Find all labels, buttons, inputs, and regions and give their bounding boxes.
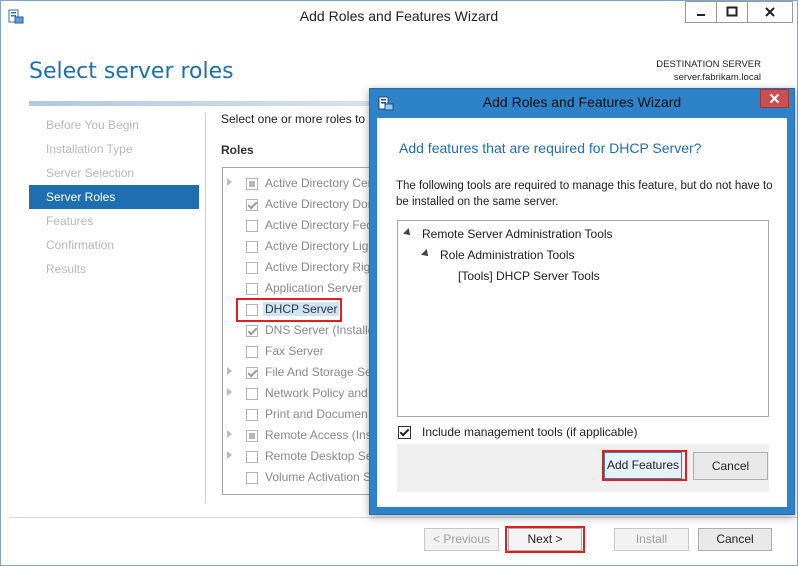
dialog-heading: Add features that are required for DHCP … xyxy=(399,140,702,156)
role-label: Print and Documen xyxy=(265,407,368,421)
nav-item-confirmation[interactable]: Confirmation xyxy=(29,233,199,257)
expand-arrow-icon[interactable] xyxy=(227,178,232,186)
dialog-title: Add Roles and Features Wizard xyxy=(482,94,682,110)
close-icon xyxy=(765,7,775,17)
maximize-button[interactable] xyxy=(716,1,748,23)
nav-item-server-roles[interactable]: Server Roles xyxy=(29,185,199,209)
tree-item-dhcp-server-tools[interactable]: [Tools] DHCP Server Tools xyxy=(458,269,600,283)
nav-divider xyxy=(205,113,206,503)
expanded-arrow-icon[interactable] xyxy=(421,249,431,259)
dialog-close-button[interactable] xyxy=(760,89,789,108)
roles-intro-text: Select one or more roles to xyxy=(221,112,366,126)
tree-item-role-admin-tools[interactable]: Role Administration Tools xyxy=(440,248,575,262)
role-checkbox[interactable] xyxy=(246,367,258,379)
install-button[interactable]: Install xyxy=(614,528,689,551)
role-item[interactable]: File And Storage Se xyxy=(223,363,381,383)
minimize-icon xyxy=(697,14,705,16)
role-item[interactable]: Remote Desktop Se xyxy=(223,447,381,467)
role-label: Application Server xyxy=(265,281,363,295)
required-features-tree[interactable]: Remote Server Administration Tools Role … xyxy=(397,220,769,417)
window-title: Add Roles and Features Wizard xyxy=(299,8,499,24)
add-features-dialog: Add Roles and Features Wizard Add featur… xyxy=(369,88,795,515)
role-label: Volume Activation S xyxy=(265,470,372,484)
role-label: Fax Server xyxy=(265,344,324,358)
destination-server-info: DESTINATION SERVER server.fabrikam.local xyxy=(656,58,761,84)
dhcp-highlight-box xyxy=(236,298,342,322)
role-checkbox[interactable] xyxy=(246,472,258,484)
next-highlight-box xyxy=(505,526,585,553)
role-item[interactable]: Active Directory Cer xyxy=(223,174,381,194)
include-mgmt-tools-label: Include management tools (if applicable) xyxy=(422,425,638,439)
add-features-highlight-box xyxy=(602,450,687,481)
role-label: Active Directory Cer xyxy=(265,176,372,190)
page-title: Select server roles xyxy=(29,59,234,84)
title-bar[interactable]: Add Roles and Features Wizard xyxy=(1,1,797,31)
role-item[interactable]: Network Policy and xyxy=(223,384,381,404)
role-item[interactable]: Active Directory Fed xyxy=(223,216,381,236)
nav-item-features[interactable]: Features xyxy=(29,209,199,233)
role-item[interactable]: Fax Server xyxy=(223,342,381,362)
role-label: Remote Access (Inst xyxy=(265,428,376,442)
header-divider xyxy=(29,101,369,106)
maximize-icon xyxy=(726,6,738,17)
nav-item-installation-type[interactable]: Installation Type xyxy=(29,137,199,161)
destination-server-name: server.fabrikam.local xyxy=(673,72,761,83)
role-item[interactable]: DNS Server (Installe xyxy=(223,321,381,341)
nav-item-results[interactable]: Results xyxy=(29,257,199,281)
close-button[interactable] xyxy=(747,1,793,23)
expand-arrow-icon[interactable] xyxy=(227,451,232,459)
expand-arrow-icon[interactable] xyxy=(227,367,232,375)
role-label: File And Storage Se xyxy=(265,365,372,379)
role-label: Network Policy and xyxy=(265,386,368,400)
role-checkbox[interactable] xyxy=(246,346,258,358)
previous-button[interactable]: < Previous xyxy=(424,528,499,551)
role-item[interactable]: Active Directory Dor xyxy=(223,195,381,215)
role-item[interactable]: Print and Documen xyxy=(223,405,381,425)
wizard-nav: Before You Begin Installation Type Serve… xyxy=(29,113,199,281)
role-checkbox[interactable] xyxy=(246,199,258,211)
close-icon xyxy=(769,93,780,104)
role-item[interactable]: Remote Access (Inst xyxy=(223,426,381,446)
role-label: Active Directory Rig xyxy=(265,260,371,274)
dialog-description: The following tools are required to mana… xyxy=(396,180,773,208)
roles-header: Roles xyxy=(221,143,254,157)
minimize-button[interactable] xyxy=(685,1,717,23)
role-checkbox[interactable] xyxy=(246,409,258,421)
role-label: Remote Desktop Se xyxy=(265,449,373,463)
role-checkbox[interactable] xyxy=(246,178,258,190)
role-label: DNS Server (Installe xyxy=(265,323,375,337)
include-mgmt-tools-checkbox[interactable] xyxy=(398,426,411,439)
role-label: Active Directory Lig xyxy=(265,239,369,253)
expand-arrow-icon[interactable] xyxy=(227,430,232,438)
role-checkbox[interactable] xyxy=(246,388,258,400)
expand-arrow-icon[interactable] xyxy=(227,388,232,396)
role-checkbox[interactable] xyxy=(246,430,258,442)
destination-label: DESTINATION SERVER xyxy=(656,59,761,70)
footer-divider xyxy=(9,517,797,518)
role-checkbox[interactable] xyxy=(246,220,258,232)
dialog-cancel-button[interactable]: Cancel xyxy=(693,452,768,480)
role-checkbox[interactable] xyxy=(246,241,258,253)
role-item[interactable]: Active Directory Rig xyxy=(223,258,381,278)
roles-list[interactable]: Active Directory Cer Active Directory Dor… xyxy=(222,167,382,495)
dialog-body: Add features that are required for DHCP … xyxy=(377,118,787,507)
dialog-button-area: Add Features Cancel xyxy=(397,444,769,492)
role-item[interactable]: Application Server xyxy=(223,279,381,299)
tree-item-rsat[interactable]: Remote Server Administration Tools xyxy=(422,227,613,241)
role-checkbox[interactable] xyxy=(246,262,258,274)
role-label: Active Directory Fed xyxy=(265,218,374,232)
nav-item-server-selection[interactable]: Server Selection xyxy=(29,161,199,185)
role-checkbox[interactable] xyxy=(246,451,258,463)
cancel-button[interactable]: Cancel xyxy=(698,528,772,551)
expanded-arrow-icon[interactable] xyxy=(403,228,413,238)
nav-item-before-you-begin[interactable]: Before You Begin xyxy=(29,113,199,137)
role-label: Active Directory Dor xyxy=(265,197,372,211)
role-item[interactable]: Active Directory Lig xyxy=(223,237,381,257)
role-checkbox[interactable] xyxy=(246,325,258,337)
role-item[interactable]: Volume Activation S xyxy=(223,468,381,488)
role-checkbox[interactable] xyxy=(246,283,258,295)
